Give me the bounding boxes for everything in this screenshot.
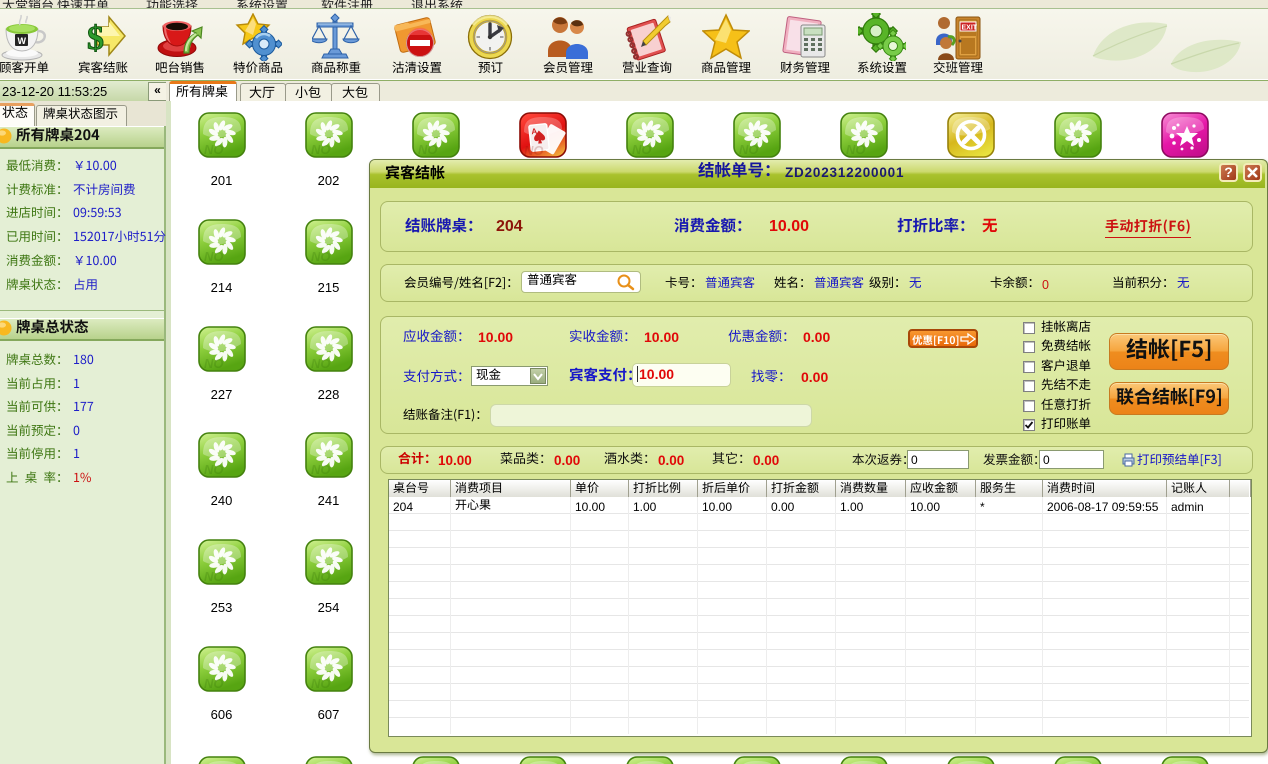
svg-text:W: W <box>18 36 27 46</box>
svg-text:EXIT: EXIT <box>962 25 978 32</box>
svg-text:$: $ <box>87 20 104 57</box>
